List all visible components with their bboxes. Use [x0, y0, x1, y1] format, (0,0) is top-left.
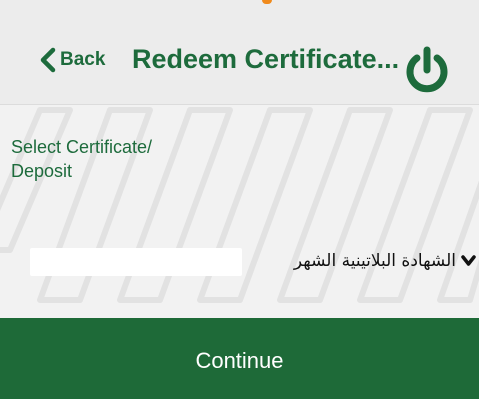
back-button[interactable]: Back	[38, 46, 105, 74]
status-indicator	[262, 0, 272, 4]
power-icon[interactable]	[402, 46, 452, 96]
selected-certificate-value: الشهادة البلاتينية الشهر	[293, 251, 456, 271]
navigation-header: Back Redeem Certificate...	[0, 14, 479, 105]
continue-label: Continue	[195, 348, 284, 373]
redacted-area	[30, 248, 242, 276]
status-bar	[0, 0, 479, 14]
chevron-left-icon	[40, 47, 56, 73]
redeem-certificate-screen: Back Redeem Certificate... Select Certif…	[0, 0, 479, 399]
certificate-field-label: Select Certificate/ Deposit	[11, 137, 153, 181]
back-label: Back	[60, 49, 106, 70]
page-title: Redeem Certificate...	[132, 44, 400, 74]
chevron-down-icon	[461, 255, 476, 266]
certificate-select[interactable]: الشهادة البلاتينية الشهر	[30, 244, 476, 280]
continue-button[interactable]: Continue	[0, 318, 479, 399]
